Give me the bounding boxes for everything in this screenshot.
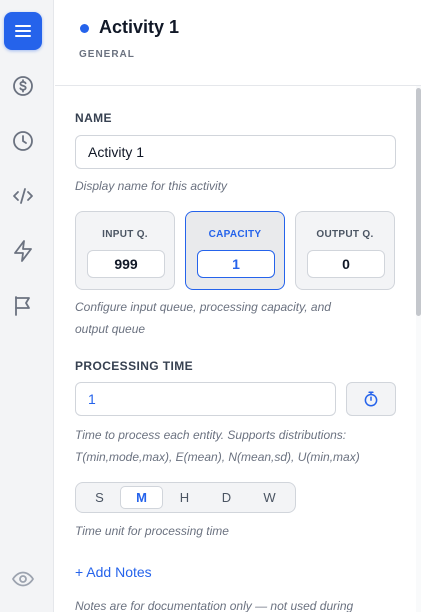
time-unit-hint: Time unit for processing time <box>75 524 229 538</box>
capacity-card[interactable]: CAPACITY <box>185 211 285 290</box>
status-dot <box>80 24 89 33</box>
visibility-button[interactable] <box>4 560 42 598</box>
page-title: Activity 1 <box>99 17 180 37</box>
input-queue-card[interactable]: INPUT Q. <box>75 211 175 290</box>
time-unit-minutes[interactable]: M <box>120 486 163 509</box>
notes-hint: Notes are for documentation only — not u… <box>75 599 354 612</box>
distribution-picker-button[interactable] <box>346 382 396 416</box>
queue-hint-line2: output queue <box>75 322 146 336</box>
goals-button[interactable] <box>4 287 42 325</box>
name-hint: Display name for this activity <box>75 179 228 193</box>
processing-time-label: PROCESSING TIME <box>75 359 194 373</box>
queue-hint-line1: Configure input queue, processing capaci… <box>75 300 331 314</box>
time-button[interactable] <box>4 122 42 160</box>
processing-hint-line2: T(min,mode,max), E(mean), N(mean,sd), U(… <box>75 450 360 464</box>
processing-time-input[interactable] <box>75 382 336 416</box>
code-icon <box>13 188 33 204</box>
scrollbar-thumb[interactable] <box>416 88 421 316</box>
cost-button[interactable] <box>4 67 42 105</box>
section-subtitle: GENERAL <box>79 49 135 60</box>
stopwatch-icon <box>364 391 378 407</box>
time-unit-selector: S M H D W <box>75 482 296 513</box>
time-unit-seconds[interactable]: S <box>78 486 121 509</box>
menu-button[interactable] <box>4 12 42 50</box>
time-unit-hours[interactable]: H <box>163 486 206 509</box>
processing-hint-line1: Time to process each entity. Supports di… <box>75 428 347 442</box>
dollar-circle-icon <box>13 76 33 96</box>
input-queue-field[interactable] <box>87 250 165 278</box>
time-unit-days[interactable]: D <box>205 486 248 509</box>
output-queue-field[interactable] <box>307 250 385 278</box>
events-button[interactable] <box>4 232 42 270</box>
input-queue-label: INPUT Q. <box>102 229 148 240</box>
output-queue-label: OUTPUT Q. <box>316 229 374 240</box>
eye-icon <box>11 571 35 587</box>
output-queue-card[interactable]: OUTPUT Q. <box>295 211 395 290</box>
capacity-field[interactable] <box>197 250 275 278</box>
lightning-icon <box>14 240 32 262</box>
capacity-label: CAPACITY <box>208 229 262 240</box>
sidebar <box>0 0 54 612</box>
clock-icon <box>13 131 33 151</box>
time-unit-weeks[interactable]: W <box>248 486 291 509</box>
add-notes-link[interactable]: + Add Notes <box>75 564 152 580</box>
code-button[interactable] <box>4 177 42 215</box>
panel-header: Activity 1 GENERAL <box>55 0 421 86</box>
name-label: NAME <box>75 111 112 125</box>
flag-icon <box>15 296 30 316</box>
properties-panel: Activity 1 GENERAL NAME Display name for… <box>55 0 421 612</box>
menu-icon <box>15 25 31 37</box>
name-input[interactable] <box>75 135 396 169</box>
